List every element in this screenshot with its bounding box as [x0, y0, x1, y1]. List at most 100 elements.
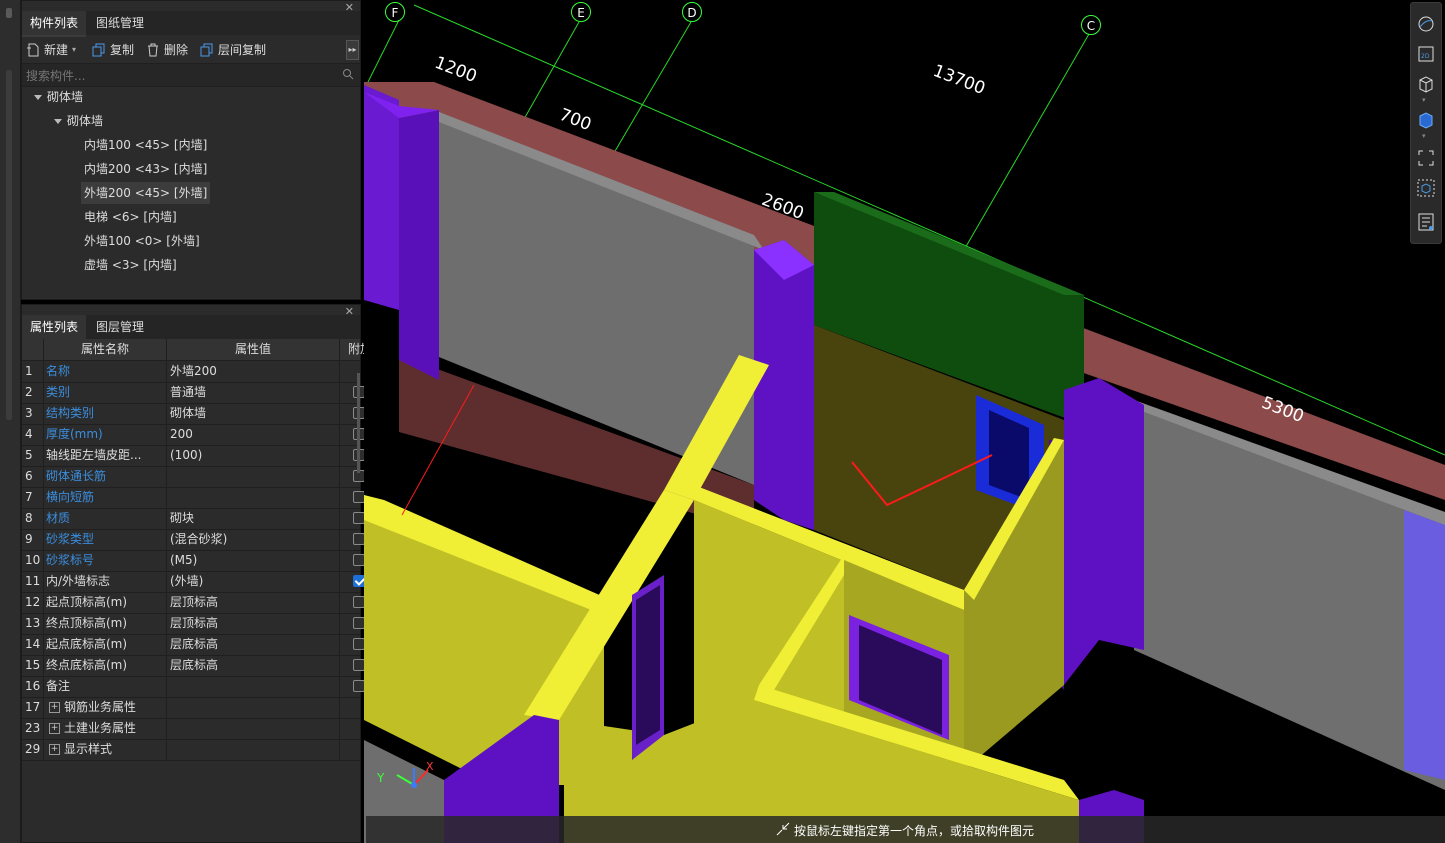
property-value[interactable] [167, 739, 340, 760]
property-row[interactable]: 17 + 钢筋业务属性 [22, 697, 360, 719]
property-name: 起点底标高(m) [44, 634, 167, 655]
copy-button[interactable]: 复制 [92, 41, 134, 59]
property-name-label: 备注 [46, 679, 71, 693]
property-value[interactable]: (100) [167, 445, 340, 466]
tree-item-external-wall-200[interactable]: 外墙200 <45> [外墙] [81, 182, 211, 204]
property-name: 名称 [44, 361, 167, 382]
gizmo-y-label: Y [377, 771, 385, 785]
property-value[interactable]: 层顶标高 [167, 613, 340, 634]
scrollbar[interactable] [357, 373, 360, 473]
property-row[interactable]: 29 + 显示样式 [22, 739, 360, 761]
property-row[interactable]: 4 厚度(mm) 200 [22, 424, 365, 446]
property-value[interactable]: (M5) [167, 550, 340, 571]
property-row[interactable]: 13 终点顶标高(m) 层顶标高 [22, 613, 365, 635]
property-value[interactable]: (外墙) [167, 571, 340, 592]
model-canvas[interactable] [364, 0, 1445, 843]
property-value[interactable]: (混合砂浆) [167, 529, 340, 550]
property-row[interactable]: 16 备注 [22, 676, 365, 698]
tree-item-external-wall-100[interactable]: 外墙100 <0> [外墙] [84, 230, 200, 252]
property-row[interactable]: 6 砌体通长筋 [22, 466, 365, 488]
property-name: 材质 [44, 508, 167, 529]
3d-viewport[interactable]: F E D C 1200 700 13700 2600 5300 Y X [364, 0, 1445, 843]
expand-icon[interactable]: + [49, 702, 60, 713]
property-name-label: 材质 [46, 511, 71, 525]
property-row[interactable]: 10 砂浆标号 (M5) [22, 550, 365, 572]
component-list-panel: ✕ 构件列表 图纸管理 新建 ▾ 复制 删除 层间复制 ▸▸ 砌体墙 砌体墙 内… [21, 0, 361, 300]
purple-column-right [1064, 378, 1144, 685]
dock-scroll[interactable] [6, 70, 12, 420]
row-number: 5 [22, 445, 44, 466]
property-row[interactable]: 2 类别 普通墙 [22, 382, 365, 404]
tree-group[interactable]: 砌体墙 [54, 110, 103, 132]
property-value[interactable]: 外墙200 [167, 361, 340, 382]
tree-item-internal-wall-200[interactable]: 内墙200 <43> [内墙] [84, 158, 207, 180]
new-button[interactable]: 新建 ▾ [26, 41, 76, 59]
delete-button[interactable]: 删除 [146, 41, 188, 59]
property-value[interactable]: 普通墙 [167, 382, 340, 403]
property-row[interactable]: 11 内/外墙标志 (外墙) [22, 571, 365, 593]
purple-column [399, 110, 439, 380]
caret-down-icon[interactable] [54, 119, 62, 124]
property-value[interactable] [167, 718, 340, 739]
chevron-down-icon[interactable]: ▾ [1422, 132, 1426, 140]
floor-copy-button[interactable]: 层间复制 [200, 41, 266, 59]
search-icon[interactable] [342, 68, 354, 80]
property-row[interactable]: 14 起点底标高(m) 层底标高 [22, 634, 365, 656]
expand-icon[interactable]: + [49, 723, 60, 734]
expand-icon[interactable]: + [49, 744, 60, 755]
property-row[interactable]: 5 轴线距左墙皮距... (100) [22, 445, 365, 467]
tab-drawing-management[interactable]: 图纸管理 [88, 11, 152, 35]
chevron-down-icon[interactable]: ▾ [1422, 96, 1426, 104]
property-value[interactable]: 200 [167, 424, 340, 445]
property-row[interactable]: 1 名称 外墙200 [22, 361, 360, 383]
dock-mark [6, 8, 12, 18]
property-name: + 显示样式 [44, 739, 167, 760]
row-number: 12 [22, 592, 44, 613]
search-input[interactable] [24, 66, 338, 86]
layer-list-icon[interactable] [1417, 213, 1435, 231]
property-row[interactable]: 8 材质 砌块 [22, 508, 365, 530]
property-row[interactable]: 15 终点底标高(m) 层底标高 [22, 655, 365, 677]
fit-view-icon[interactable] [1417, 149, 1435, 167]
status-message: 按鼠标左键指定第一个角点，或拾取构件图元 [794, 824, 1035, 838]
property-value[interactable]: 层顶标高 [167, 592, 340, 613]
caret-down-icon[interactable] [34, 95, 42, 100]
property-name: 结构类别 [44, 403, 167, 424]
3d-box-icon[interactable] [1417, 75, 1435, 93]
property-name-label: 砌体通长筋 [46, 469, 107, 483]
purple-column [364, 85, 399, 310]
property-value[interactable]: 层底标高 [167, 655, 340, 676]
svg-text:2D: 2D [1421, 53, 1430, 60]
tree-root[interactable]: 砌体墙 [34, 86, 83, 108]
property-value[interactable] [167, 487, 340, 508]
axis-label-f: F [385, 2, 405, 22]
property-value[interactable]: 砌块 [167, 508, 340, 529]
property-value[interactable] [167, 697, 340, 718]
property-value[interactable]: 砌体墙 [167, 403, 340, 424]
tab-component-list[interactable]: 构件列表 [22, 11, 87, 37]
property-row[interactable]: 23 + 土建业务属性 [22, 718, 360, 740]
toolbar-more-icon[interactable]: ▸▸ [346, 40, 359, 60]
property-row[interactable]: 7 横向短筋 [22, 487, 365, 509]
table-header: 属性名称 属性值 附加 [22, 339, 372, 361]
tree-item-virtual-wall[interactable]: 虚墙 <3> [内墙] [84, 254, 177, 276]
tree-item-elevator[interactable]: 电梯 <6> [内墙] [84, 206, 177, 228]
header-name: 属性名称 [44, 339, 167, 360]
tree-item-internal-wall-100[interactable]: 内墙100 <45> [内墙] [84, 134, 207, 156]
tab-property-list[interactable]: 属性列表 [22, 315, 87, 341]
selection-view-icon[interactable] [1417, 179, 1435, 197]
2d-view-icon[interactable]: 2D [1417, 45, 1435, 63]
property-value[interactable] [167, 466, 340, 487]
property-value[interactable] [167, 676, 340, 697]
chevron-down-icon[interactable]: ▾ [72, 41, 76, 59]
property-value[interactable]: 层底标高 [167, 634, 340, 655]
property-row[interactable]: 9 砂浆类型 (混合砂浆) [22, 529, 365, 551]
orbit-icon[interactable] [1417, 15, 1435, 33]
property-name-label: 砂浆类型 [46, 532, 95, 546]
view-toolbar: 2D ▾ ▾ [1410, 2, 1442, 244]
row-number: 7 [22, 487, 44, 508]
tab-layer-management[interactable]: 图层管理 [88, 315, 152, 339]
property-row[interactable]: 3 结构类别 砌体墙 [22, 403, 365, 425]
property-row[interactable]: 12 起点顶标高(m) 层顶标高 [22, 592, 365, 614]
3d-solid-icon[interactable] [1417, 111, 1435, 129]
